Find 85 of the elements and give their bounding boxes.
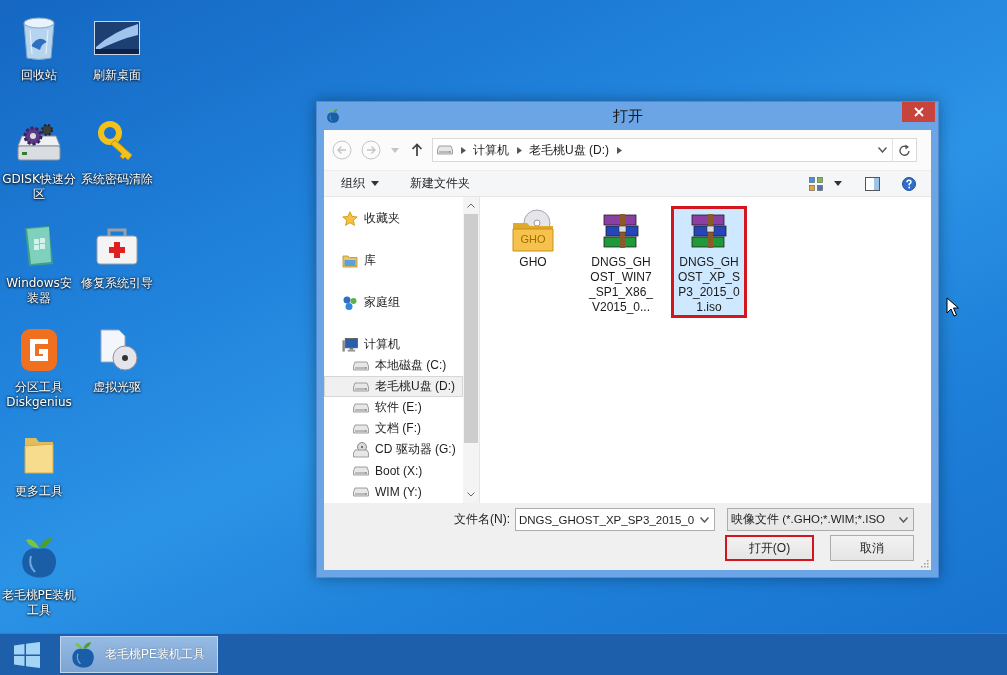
app-logo-icon[interactable] bbox=[20, 328, 58, 372]
desktop-screen-icon[interactable] bbox=[94, 21, 140, 55]
toolbar-button[interactable]: 组织 bbox=[341, 175, 379, 192]
cursor-icon bbox=[946, 297, 959, 317]
nav-item[interactable]: WIM (Y:) bbox=[324, 481, 463, 502]
windows-logo-icon bbox=[14, 641, 40, 668]
homegroup-icon bbox=[342, 294, 358, 311]
breadcrumb-arrow-icon bbox=[517, 146, 522, 154]
dropdown-chevron-icon bbox=[899, 516, 908, 523]
file-name: DNGS_GHOST_WIN7_SP1_X86_V2015_0... bbox=[588, 255, 654, 315]
nav-item[interactable]: CD 驱动器 (G:) bbox=[324, 439, 463, 460]
drive-icon bbox=[353, 381, 369, 392]
star-icon bbox=[342, 210, 358, 227]
file-item[interactable]: DNGS_GHOST_WIN7_SP1_X86_V2015_0... bbox=[583, 206, 659, 318]
drive-icon bbox=[353, 360, 369, 371]
nav-item[interactable]: Boot (X:) bbox=[324, 460, 463, 481]
cd-drive-icon bbox=[353, 441, 369, 458]
shortcut-label[interactable]: 虚拟光驱 bbox=[93, 380, 141, 395]
drive-icon bbox=[353, 486, 369, 497]
archive-books-icon bbox=[601, 212, 641, 250]
help-icon[interactable] bbox=[902, 176, 916, 191]
scrollbar[interactable] bbox=[463, 197, 479, 503]
window-title: 打开 bbox=[612, 107, 643, 125]
peach-icon[interactable] bbox=[19, 536, 59, 580]
file-item[interactable]: GHO GHO bbox=[495, 206, 571, 273]
file-item[interactable]: DNGS_GHOST_XP_SP3_2015_01.iso bbox=[671, 206, 747, 318]
open-button[interactable]: 打开(O) bbox=[725, 535, 814, 561]
peach-icon bbox=[70, 640, 96, 669]
nav-item[interactable]: 本地磁盘 (C:) bbox=[324, 355, 463, 376]
address-bar[interactable]: 计算机 老毛桃U盘 (D:) bbox=[432, 138, 917, 162]
resize-grip-icon[interactable] bbox=[920, 559, 929, 568]
recycle-bin-icon[interactable] bbox=[21, 16, 57, 60]
shortcut-label[interactable]: GDISK快速分区 bbox=[1, 172, 77, 202]
nav-item[interactable]: 软件 (E:) bbox=[324, 397, 463, 418]
close-icon bbox=[913, 107, 924, 117]
shortcut-label[interactable]: 修复系统引导 bbox=[81, 276, 153, 291]
nav-item[interactable]: 家庭组 bbox=[324, 292, 463, 313]
drive-icon bbox=[437, 145, 453, 155]
shortcut-label[interactable]: 刷新桌面 bbox=[93, 68, 141, 83]
caret-icon bbox=[391, 147, 399, 153]
filename-label: 文件名(N): bbox=[454, 511, 510, 528]
up-arrow-icon bbox=[411, 143, 423, 157]
view-options-icon[interactable] bbox=[809, 176, 823, 191]
drive-icon bbox=[353, 402, 369, 413]
refresh-icon bbox=[898, 143, 911, 157]
peach-icon bbox=[326, 108, 340, 124]
caret-icon bbox=[371, 181, 379, 186]
archive-books-icon bbox=[689, 212, 729, 250]
nav-item[interactable]: 文档 (F:) bbox=[324, 418, 463, 439]
breadcrumb-item[interactable]: 老毛桃U盘 (D:) bbox=[529, 141, 609, 159]
drive-icon bbox=[353, 423, 369, 434]
file-type-dropdown[interactable]: 映像文件 (*.GHO;*.WIM;*.ISO bbox=[727, 508, 914, 531]
folder-disc-icon bbox=[511, 209, 555, 253]
chevron-down-icon bbox=[467, 492, 475, 497]
file-name: DNGS_GHOST_XP_SP3_2015_01.iso bbox=[677, 255, 741, 315]
drive-icon bbox=[353, 465, 369, 476]
nav-item[interactable]: 收藏夹 bbox=[324, 208, 463, 229]
up-button[interactable] bbox=[411, 143, 423, 157]
shortcut-label[interactable]: Windows安装器 bbox=[1, 276, 77, 306]
icon-caption: GHO bbox=[519, 233, 547, 245]
nav-item[interactable]: 计算机 bbox=[324, 334, 463, 355]
computer-icon bbox=[342, 336, 358, 353]
toolbar-button[interactable]: 新建文件夹 bbox=[410, 175, 470, 192]
breadcrumb-arrow-icon bbox=[617, 146, 622, 154]
file-name: GHO bbox=[518, 255, 548, 270]
nav-item[interactable]: 库 bbox=[324, 250, 463, 271]
installer-box-icon[interactable] bbox=[22, 224, 56, 268]
first-aid-kit-icon[interactable] bbox=[95, 226, 139, 266]
drive-gears-icon[interactable] bbox=[16, 122, 62, 162]
breadcrumb-arrow-icon bbox=[461, 146, 466, 154]
chevron-up-icon bbox=[467, 203, 475, 208]
filename-field[interactable]: DNGS_GHOST_XP_SP3_2015_0 bbox=[515, 508, 715, 531]
scrollbar-thumb[interactable] bbox=[464, 214, 478, 443]
shortcut-label[interactable]: 回收站 bbox=[21, 68, 57, 83]
shortcut-label[interactable]: 分区工具 Diskgenius bbox=[1, 380, 77, 410]
dropdown-chevron-icon bbox=[700, 516, 709, 523]
library-folder-icon bbox=[342, 253, 358, 268]
close-button[interactable] bbox=[902, 102, 935, 122]
breadcrumb-item[interactable]: 计算机 bbox=[473, 141, 509, 159]
preview-pane-icon[interactable] bbox=[865, 176, 880, 191]
address-dropdown-icon bbox=[878, 147, 887, 153]
cancel-button[interactable]: 取消 bbox=[830, 535, 914, 561]
caret-icon[interactable] bbox=[834, 181, 842, 186]
nav-item[interactable]: 老毛桃U盘 (D:) bbox=[324, 376, 463, 397]
shortcut-label[interactable]: 系统密码清除 bbox=[81, 172, 153, 187]
